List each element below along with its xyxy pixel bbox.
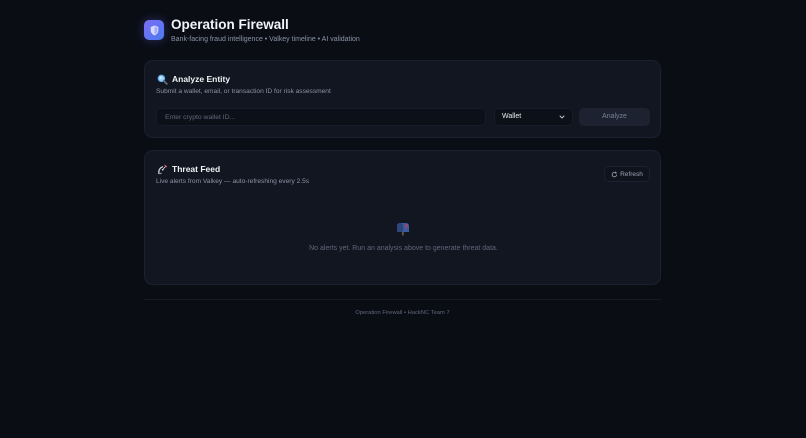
footer-text: Operation Firewall • HackNC Team 7: [355, 310, 450, 316]
mailbox-icon: [397, 223, 409, 236]
entity-id-input[interactable]: [156, 108, 486, 126]
empty-feed-message: No alerts yet. Run an analysis above to …: [309, 245, 498, 252]
threat-feed-title: Threat Feed: [172, 164, 221, 174]
app-header: Operation Firewall Bank-facing fraud int…: [144, 17, 661, 47]
refresh-button[interactable]: Refresh: [604, 166, 650, 182]
threat-feed-description: Live alerts from Valkey — auto-refreshin…: [156, 178, 310, 185]
threat-feed-panel: Threat Feed Live alerts from Valkey — au…: [144, 150, 661, 285]
entity-type-select[interactable]: Wallet: [494, 108, 573, 126]
magnifier-icon: [157, 74, 168, 85]
app-subtitle: Bank-facing fraud intelligence • Valkey …: [171, 36, 360, 43]
app-title: Operation Firewall: [171, 17, 289, 32]
entity-type-selected-value: Wallet: [502, 113, 522, 120]
refresh-icon: [611, 171, 618, 177]
analyze-entity-panel: Analyze Entity Submit a wallet, email, o…: [144, 60, 661, 138]
shield-logo-icon: [144, 20, 164, 40]
footer-divider: [144, 299, 661, 300]
analyze-panel-description: Submit a wallet, email, or transaction I…: [156, 88, 331, 95]
analyze-button[interactable]: Analyze: [579, 108, 650, 126]
refresh-label: Refresh: [620, 170, 643, 178]
analyze-panel-title: Analyze Entity: [172, 74, 231, 84]
satellite-icon: [157, 164, 168, 175]
chevron-down-icon: [559, 115, 565, 119]
